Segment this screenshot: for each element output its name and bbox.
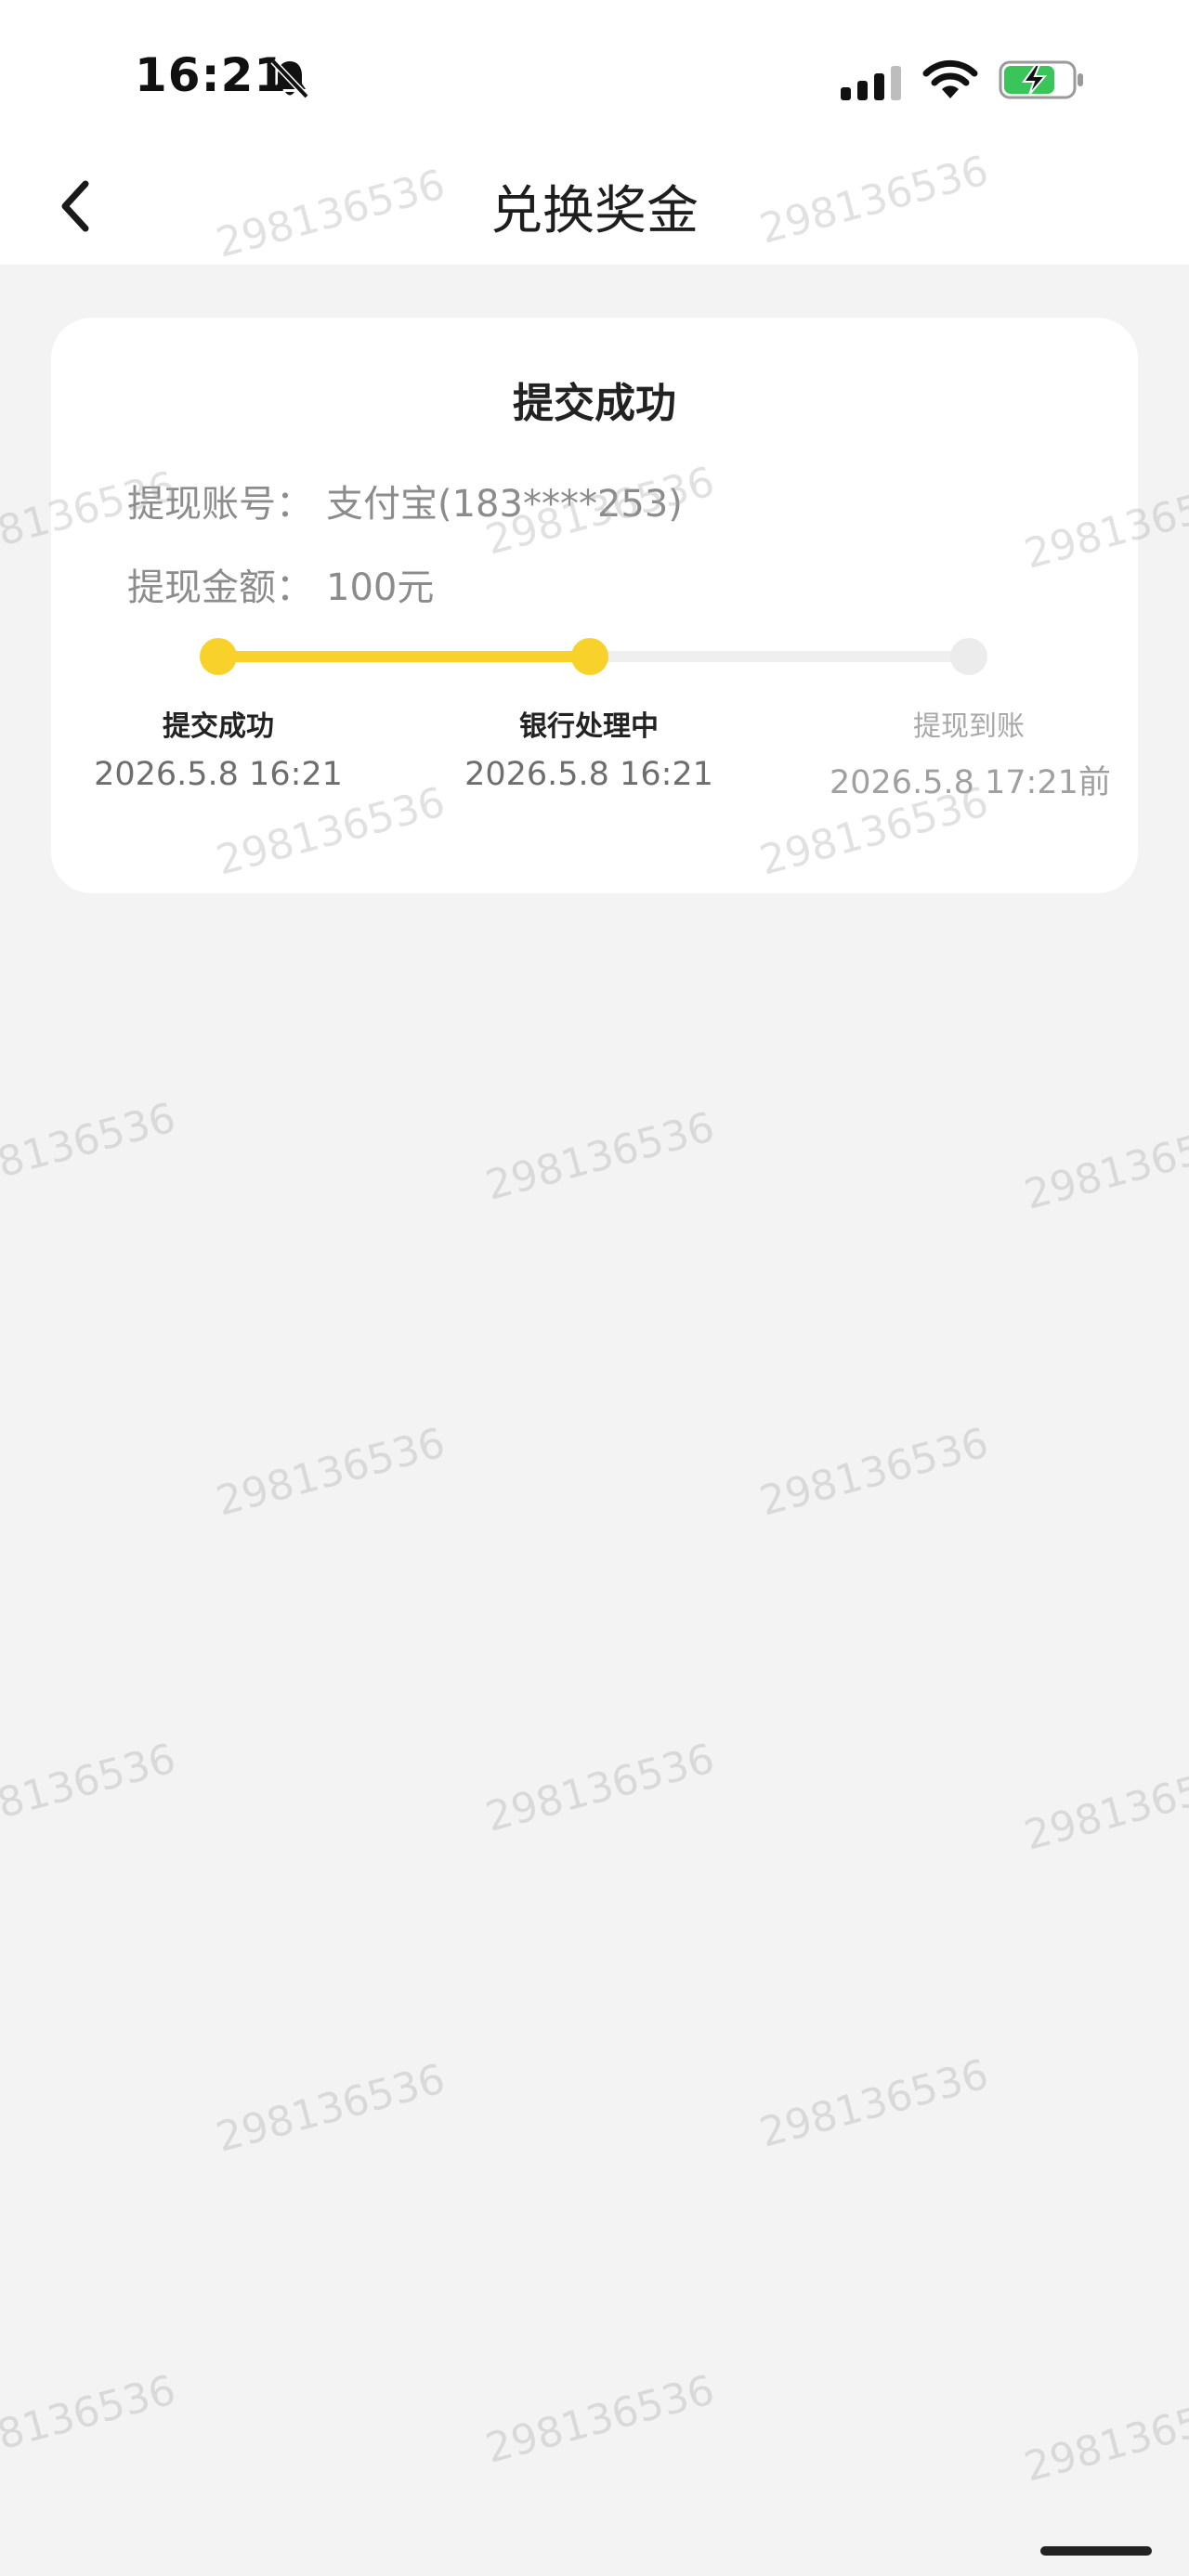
step-time: 2026.5.8 16:21 — [464, 756, 713, 793]
step-label: 提交成功 — [163, 710, 274, 743]
watermark: 298136536 — [480, 1103, 720, 1210]
watermark: 298136536 — [754, 2050, 994, 2157]
step-label: 提现到账 — [913, 710, 1025, 743]
wifi-icon — [922, 59, 978, 98]
step-time: 2026.5.8 17:21前 — [830, 764, 1111, 801]
status-bar: 16:21 — [0, 0, 1189, 158]
step-submitted: 提交成功 2026.5.8 16:21 — [79, 706, 358, 793]
progress-track-pending — [590, 651, 973, 662]
amount-label: 提现金额： — [127, 566, 313, 609]
page-title: 兑换奖金 — [490, 181, 699, 241]
withdraw-result-card: 提交成功 提现账号： 支付宝(183****253) 提现金额： 100元 提交成功… — [51, 318, 1138, 893]
nav-bar: 兑换奖金 — [0, 158, 1189, 265]
result-title: 提交成功 — [513, 380, 676, 427]
watermark: 298136536 — [0, 2366, 181, 2473]
watermark: 298136536 — [754, 1419, 994, 1526]
watermark: 298136536 — [0, 1094, 181, 1201]
watermark: 298136536 — [1019, 1753, 1189, 1860]
watermark: 298136536 — [480, 1735, 720, 1841]
progress-dot-processing — [571, 638, 608, 675]
step-processing: 银行处理中 2026.5.8 16:21 — [450, 706, 728, 793]
watermark: 298136536 — [480, 2366, 720, 2473]
watermark: 298136536 — [1019, 2385, 1189, 2491]
account-row: 提现账号： 支付宝(183****253) — [127, 474, 683, 527]
watermark: 298136536 — [211, 1419, 451, 1526]
step-label: 银行处理中 — [519, 710, 659, 743]
account-value: 支付宝(183****253) — [326, 483, 683, 526]
watermark: 298136536 — [211, 2055, 451, 2162]
bell-muted-icon — [270, 59, 309, 99]
progress-dot-arrived — [950, 638, 987, 675]
status-time: 16:21 — [135, 48, 288, 102]
progress-track-completed — [218, 651, 590, 662]
home-indicator — [1040, 2546, 1152, 2556]
amount-value: 100元 — [326, 566, 435, 609]
amount-row: 提现金额： 100元 — [127, 557, 434, 611]
step-arrived: 提现到账 2026.5.8 17:21前 — [830, 706, 1111, 803]
battery-charging-icon — [999, 60, 1083, 99]
watermark: 298136536 — [1019, 1112, 1189, 1219]
watermark: 298136536 — [0, 1735, 181, 1841]
step-time: 2026.5.8 16:21 — [94, 756, 343, 793]
progress-dot-submitted — [200, 638, 237, 675]
account-label: 提现账号： — [127, 483, 313, 526]
signal-icon — [841, 66, 901, 100]
